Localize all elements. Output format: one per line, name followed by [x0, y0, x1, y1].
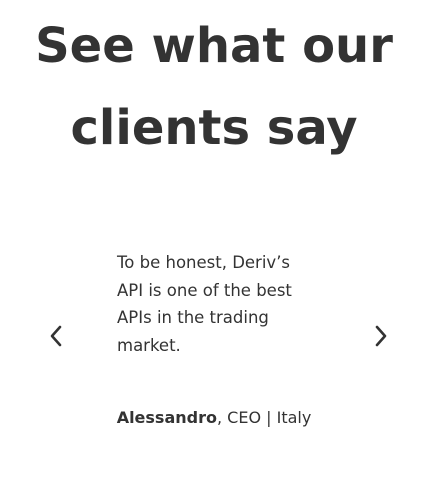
- previous-testimonial-button[interactable]: [44, 322, 68, 350]
- page-title-line-2: clients say: [70, 100, 358, 156]
- testimonial-author: Alessandro, CEO | Italy: [0, 406, 428, 430]
- chevron-left-icon: [50, 325, 62, 347]
- testimonial-quote: To be honest, Deriv’s API is one of the …: [117, 253, 292, 355]
- author-name: Alessandro: [116, 408, 217, 427]
- page-title: See what our clients say: [0, 5, 428, 169]
- next-testimonial-button[interactable]: [369, 322, 393, 350]
- testimonial-carousel: To be honest, Deriv’s API is one of the …: [0, 240, 428, 440]
- page-title-line-1: See what our: [35, 18, 393, 74]
- author-separator: ,: [216, 408, 228, 427]
- author-role: CEO | Italy: [227, 408, 312, 427]
- chevron-right-icon: [375, 325, 387, 347]
